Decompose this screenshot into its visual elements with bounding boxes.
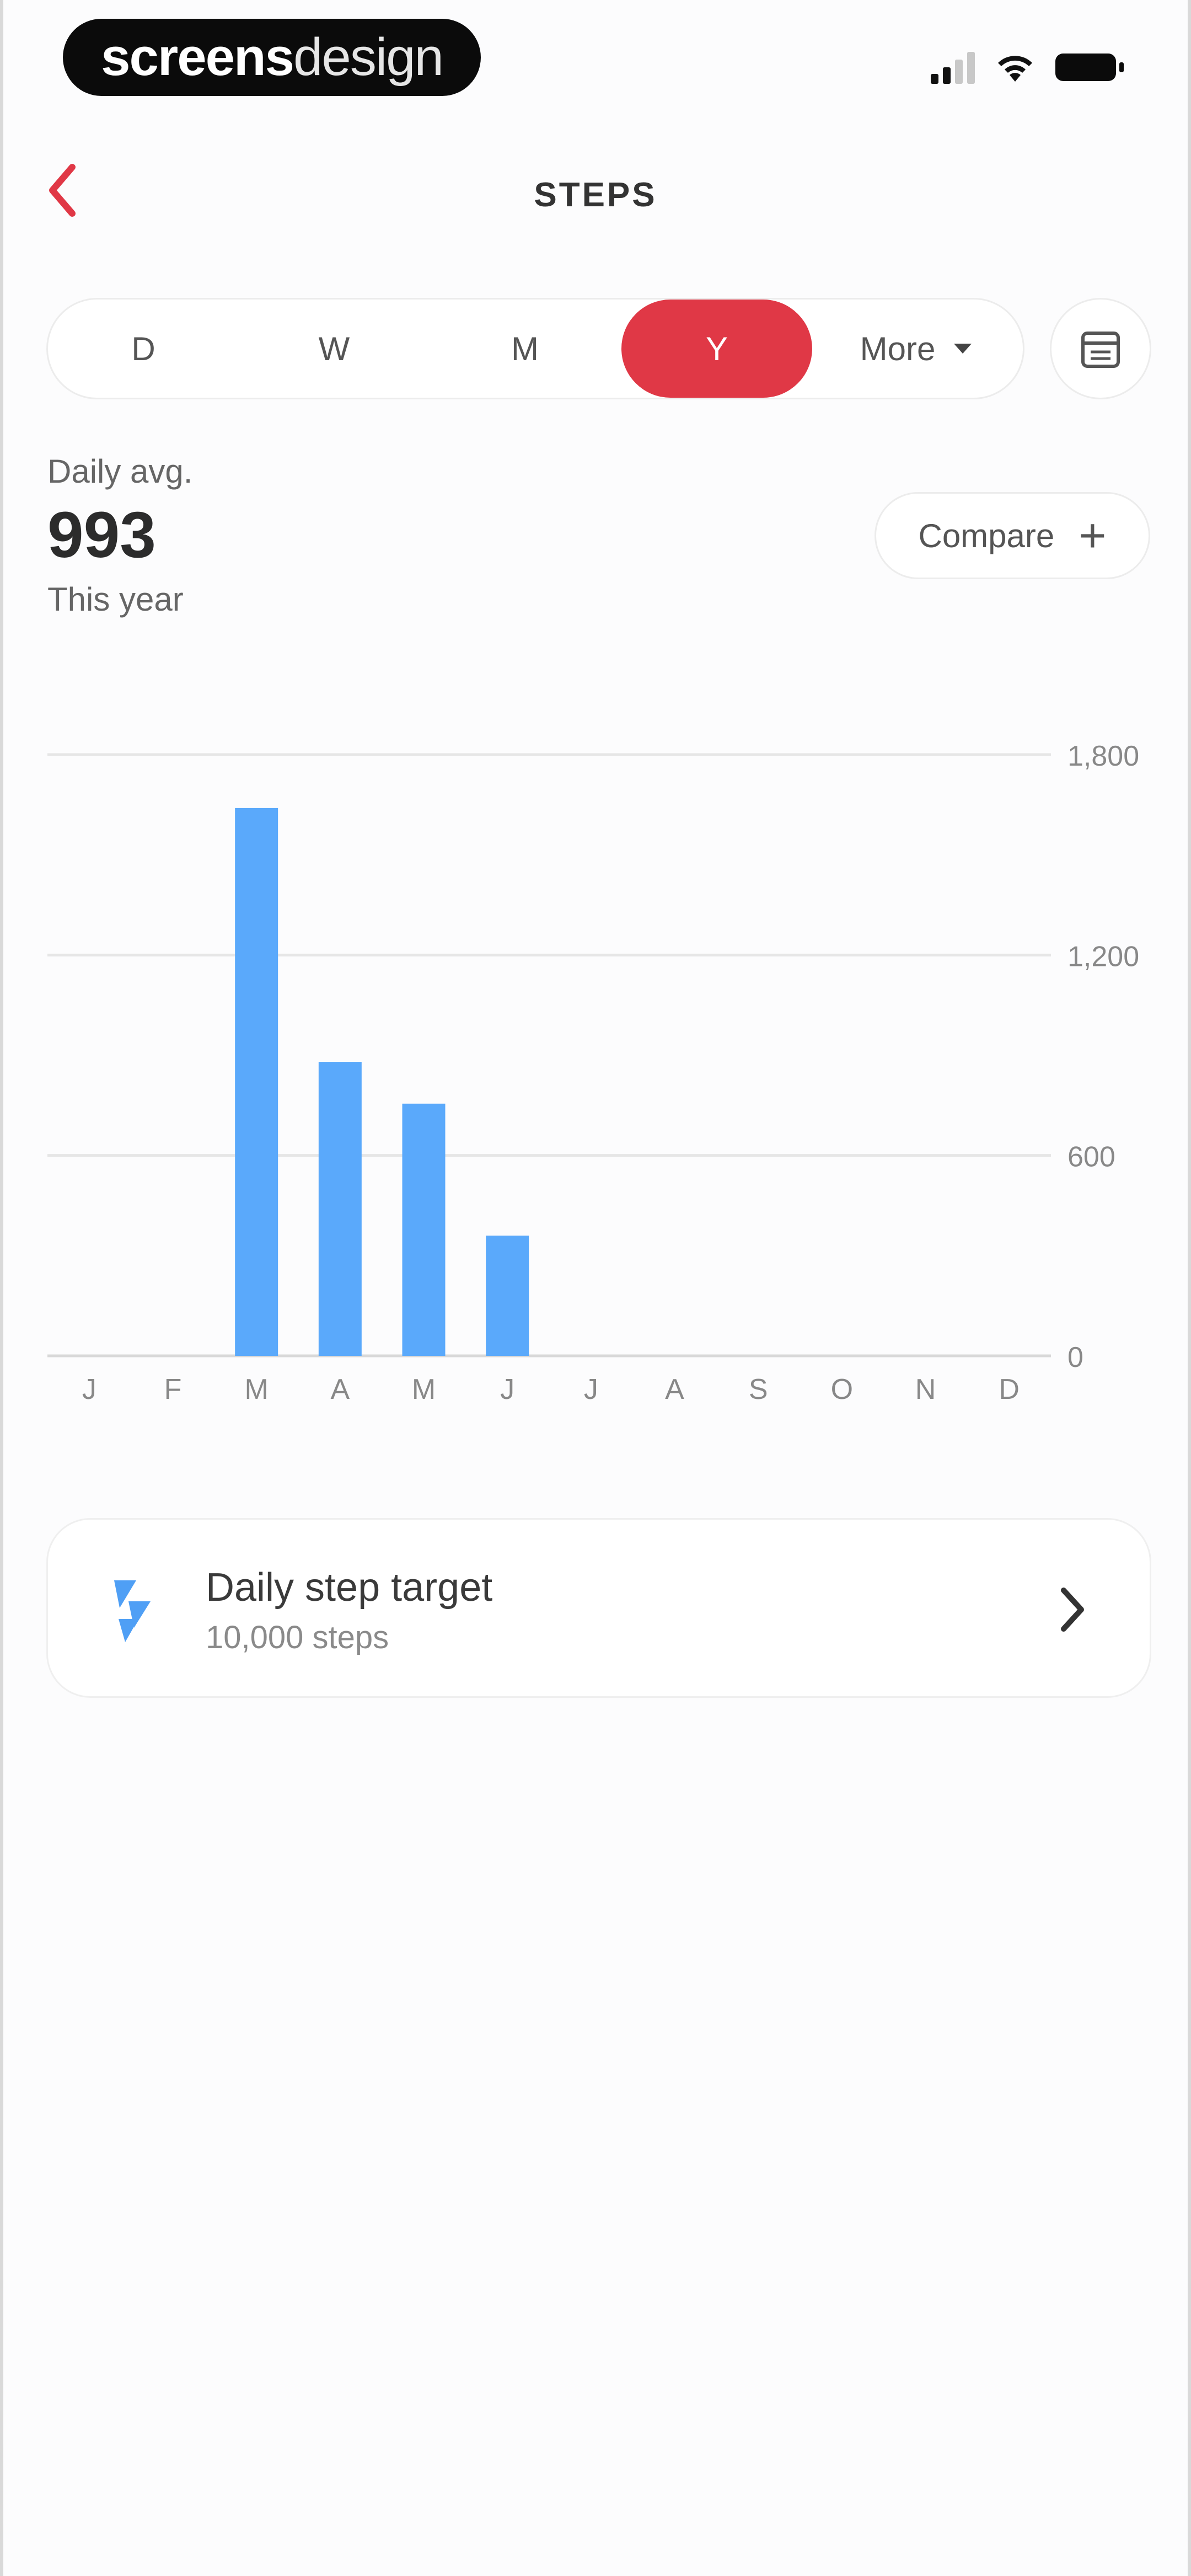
steps-bar-chart: 0 600 1,200 1,800 J F M A M J J A S O N D xyxy=(47,740,1139,1405)
calendar-icon xyxy=(1081,332,1120,368)
tab-month[interactable]: M xyxy=(430,300,620,398)
battery-icon xyxy=(1055,54,1124,81)
x-tick-label: N xyxy=(915,1373,936,1405)
x-tick-label: J xyxy=(500,1373,514,1405)
bar xyxy=(235,808,278,1356)
daily-step-target-value: 10,000 steps xyxy=(206,1620,389,1655)
x-tick-label: J xyxy=(584,1373,598,1405)
x-tick-label: M xyxy=(245,1373,269,1405)
period-segmented-control: D W M Y More xyxy=(46,298,1024,399)
y-tick-label: 1,800 xyxy=(1067,740,1139,772)
daily-step-target-title: Daily step target xyxy=(206,1565,493,1610)
daily-average-period: This year xyxy=(47,581,184,618)
chevron-right-icon xyxy=(1061,1588,1084,1632)
status-icons xyxy=(931,51,1124,84)
tab-more-label: More xyxy=(860,330,936,367)
x-tick-label: S xyxy=(749,1373,768,1405)
y-tick-label: 0 xyxy=(1067,1342,1083,1373)
bar xyxy=(402,1103,446,1356)
tab-week[interactable]: W xyxy=(239,300,430,398)
tab-day-label: D xyxy=(131,330,155,367)
calendar-button[interactable] xyxy=(1050,298,1151,399)
daily-step-target-card[interactable]: Daily step target 10,000 steps xyxy=(46,1518,1151,1698)
steps-icon xyxy=(114,1580,151,1642)
x-tick-label: D xyxy=(999,1373,1020,1405)
watermark-light-text: design xyxy=(293,28,444,87)
page-title: STEPS xyxy=(534,176,657,214)
x-tick-label: A xyxy=(665,1373,684,1405)
wifi-icon xyxy=(998,56,1032,82)
cellular-signal-icon xyxy=(931,51,975,84)
app-screen: screens design STEPS D W M Y More Daily … xyxy=(0,0,1191,2576)
compare-button[interactable]: Compare + xyxy=(875,492,1150,579)
tab-month-label: M xyxy=(511,330,539,367)
compare-label: Compare xyxy=(918,517,1055,554)
screensdesign-watermark: screens design xyxy=(63,19,481,96)
plus-icon: + xyxy=(1079,509,1107,562)
daily-average-value: 993 xyxy=(47,499,156,571)
x-tick-label: F xyxy=(164,1373,182,1405)
x-tick-label: A xyxy=(330,1373,350,1405)
bar xyxy=(318,1062,362,1356)
y-tick-label: 1,200 xyxy=(1067,940,1139,972)
x-tick-label: O xyxy=(831,1373,853,1405)
caret-down-icon xyxy=(954,344,972,354)
x-tick-label: J xyxy=(82,1373,96,1405)
x-tick-label: M xyxy=(412,1373,436,1405)
tab-week-label: W xyxy=(318,330,350,367)
daily-average-label: Daily avg. xyxy=(47,453,193,490)
y-tick-label: 600 xyxy=(1067,1141,1115,1173)
tab-year[interactable]: Y xyxy=(621,300,812,398)
tab-year-label: Y xyxy=(705,330,728,367)
tab-more-dropdown[interactable]: More xyxy=(812,300,1020,398)
watermark-bold-text: screens xyxy=(101,28,294,87)
tab-day[interactable]: D xyxy=(48,300,239,398)
bar xyxy=(486,1236,529,1356)
